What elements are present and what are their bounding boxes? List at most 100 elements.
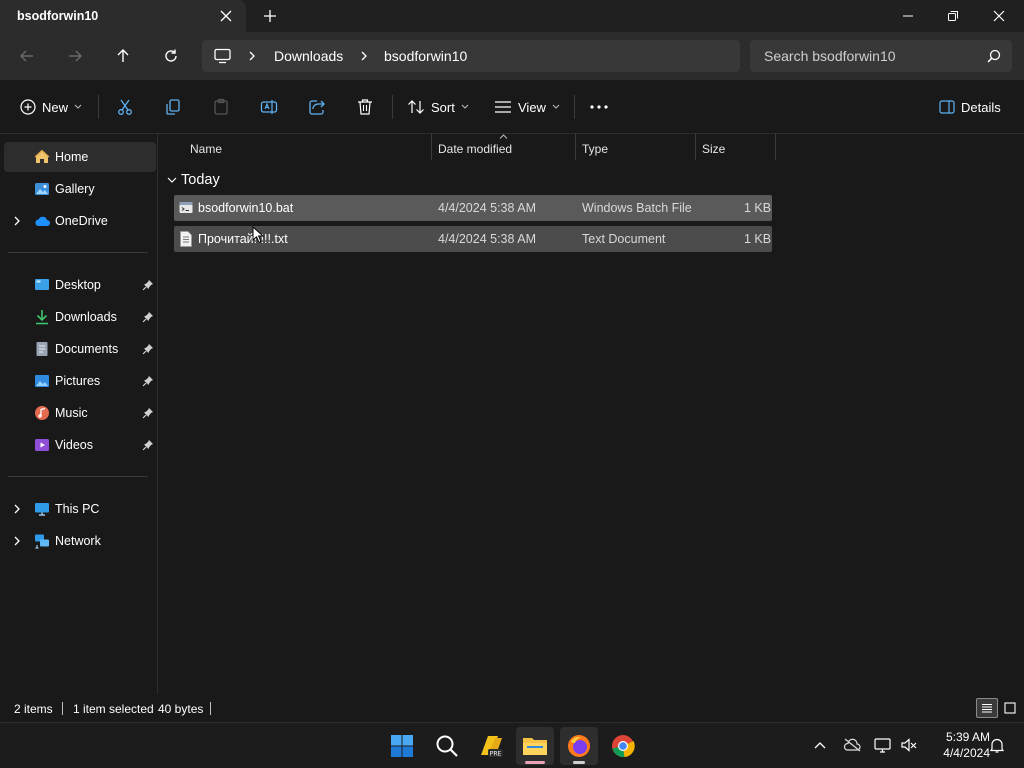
chevron-right-icon[interactable]	[12, 503, 22, 515]
cut-button[interactable]	[116, 93, 134, 121]
command-bar: New Sort View Details	[0, 80, 1024, 134]
sidebar-item-desktop[interactable]: Desktop	[4, 270, 156, 300]
close-window-button[interactable]	[976, 0, 1022, 32]
search-box[interactable]: Search bsodforwin10	[750, 40, 1012, 72]
file-explorer-taskbar-button[interactable]	[516, 727, 554, 765]
sidebar-item-label: Network	[55, 534, 101, 548]
svg-text:PRE: PRE	[490, 751, 502, 758]
column-divider[interactable]	[575, 134, 576, 160]
pin-icon[interactable]	[142, 343, 154, 355]
refresh-button[interactable]	[159, 44, 183, 68]
pin-icon[interactable]	[142, 407, 154, 419]
details-view-icon	[982, 704, 992, 713]
file-name[interactable]: bsodforwin10.bat	[198, 201, 293, 215]
tiles-view-button[interactable]	[1000, 698, 1020, 718]
details-view-button[interactable]	[976, 698, 998, 718]
pin-icon[interactable]	[142, 439, 154, 451]
file-type: Windows Batch File	[582, 201, 692, 215]
view-button[interactable]: View	[494, 93, 560, 121]
file-date: 4/4/2024 5:38 AM	[438, 232, 536, 246]
minimize-icon	[903, 15, 913, 17]
back-button[interactable]	[15, 44, 39, 68]
bell-icon	[989, 738, 1005, 753]
taskbar-search-button[interactable]	[428, 727, 466, 765]
sidebar-item-onedrive[interactable]: OneDrive	[4, 206, 156, 236]
chevron-right-icon[interactable]	[12, 535, 22, 547]
new-button[interactable]: New	[20, 93, 82, 121]
network-tray-button[interactable]	[873, 735, 893, 755]
file-name[interactable]: Прочитай!!!!!.txt	[198, 232, 288, 246]
up-button[interactable]	[111, 44, 135, 68]
sidebar-item-videos[interactable]: Videos	[4, 430, 156, 460]
sidebar-item-gallery[interactable]: Gallery	[4, 174, 156, 204]
address-bar[interactable]: Downloads bsodforwin10	[202, 40, 740, 72]
tab-close-icon[interactable]	[219, 9, 233, 23]
start-button[interactable]	[383, 727, 421, 765]
file-type: Text Document	[582, 232, 666, 246]
sidebar-item-home[interactable]: Home	[4, 142, 156, 172]
pin-icon[interactable]	[142, 279, 154, 291]
restore-button[interactable]	[930, 0, 976, 32]
share-button[interactable]	[308, 93, 326, 121]
status-bar: 2 items 1 item selected 40 bytes	[0, 694, 1024, 722]
file-size: 1 KB	[744, 232, 772, 246]
sidebar-item-this-pc[interactable]: This PC	[4, 494, 156, 524]
new-label: New	[42, 99, 69, 115]
copy-button[interactable]	[164, 93, 182, 121]
column-divider[interactable]	[431, 134, 432, 160]
pre-app-button[interactable]: PRE	[472, 727, 510, 765]
minimize-button[interactable]	[885, 0, 931, 32]
onedrive-tray-button[interactable]	[842, 735, 862, 755]
paste-button[interactable]	[212, 93, 230, 121]
sidebar-item-network[interactable]: Network	[4, 526, 156, 556]
pin-icon[interactable]	[142, 311, 154, 323]
pin-icon[interactable]	[142, 375, 154, 387]
notifications-button[interactable]	[987, 735, 1007, 755]
sidebar-item-label: Gallery	[55, 182, 95, 196]
column-divider[interactable]	[775, 134, 776, 160]
this-pc-icon	[35, 503, 49, 516]
sidebar-item-label: Documents	[55, 342, 119, 356]
view-label: View	[518, 99, 546, 115]
breadcrumb-bsodforwin10[interactable]: bsodforwin10	[384, 48, 467, 64]
sidebar-item-music[interactable]: Music	[4, 398, 156, 428]
chrome-taskbar-button[interactable]	[604, 727, 642, 765]
column-divider[interactable]	[695, 134, 696, 160]
sidebar-item-pictures[interactable]: Pictures	[4, 366, 156, 396]
videos-icon	[35, 439, 49, 451]
home-icon	[34, 149, 50, 163]
downloads-icon	[36, 310, 48, 325]
arrow-left-icon	[20, 50, 33, 62]
column-header-name[interactable]: Name	[190, 142, 222, 156]
more-options-button[interactable]	[590, 93, 608, 121]
show-hidden-icons-button[interactable]	[810, 735, 830, 755]
trash-icon	[358, 99, 372, 115]
tab-bsodforwin10[interactable]: bsodforwin10	[0, 0, 246, 32]
rename-button[interactable]	[260, 93, 278, 121]
search-input[interactable]: Search bsodforwin10	[764, 48, 896, 64]
forward-button[interactable]	[63, 44, 87, 68]
breadcrumb-downloads[interactable]: Downloads	[274, 48, 343, 64]
sort-button[interactable]: Sort	[407, 93, 469, 121]
firefox-icon	[568, 735, 590, 757]
details-pane-button[interactable]: Details	[939, 93, 1001, 121]
column-header-date[interactable]: Date modified	[438, 142, 512, 156]
firefox-taskbar-button[interactable]	[560, 727, 598, 765]
volume-tray-button[interactable]	[899, 735, 919, 755]
new-tab-icon[interactable]	[263, 9, 277, 23]
music-icon	[35, 406, 49, 420]
status-selection: 1 item selected	[73, 702, 154, 716]
column-header-size[interactable]: Size	[702, 142, 725, 156]
chevron-down-icon	[552, 104, 560, 109]
column-header-type[interactable]: Type	[582, 142, 608, 156]
group-header-today[interactable]: Today	[167, 170, 220, 190]
table-row[interactable]: bsodforwin10.bat 4/4/2024 5:38 AM Window…	[174, 195, 772, 221]
sidebar-item-downloads[interactable]: Downloads	[4, 302, 156, 332]
network-icon	[35, 534, 49, 549]
system-clock[interactable]: 5:39 AM 4/4/2024	[924, 729, 990, 761]
chevron-right-icon[interactable]	[12, 215, 22, 227]
sidebar-item-documents[interactable]: Documents	[4, 334, 156, 364]
sidebar-item-label: Home	[55, 150, 89, 164]
delete-button[interactable]	[356, 93, 374, 121]
running-indicator	[573, 761, 585, 764]
